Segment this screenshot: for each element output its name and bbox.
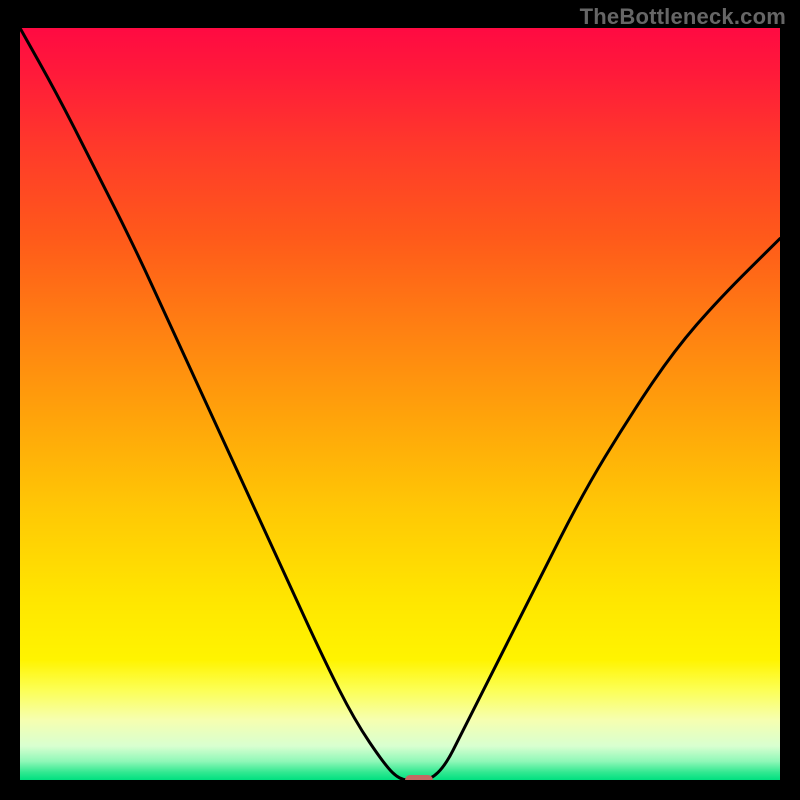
- watermark-label: TheBottleneck.com: [580, 4, 786, 30]
- chart-frame: TheBottleneck.com: [0, 0, 800, 800]
- bottleneck-plot: [20, 28, 780, 780]
- gradient-background: [20, 28, 780, 780]
- plot-svg: [20, 28, 780, 780]
- optimal-marker: [405, 775, 433, 780]
